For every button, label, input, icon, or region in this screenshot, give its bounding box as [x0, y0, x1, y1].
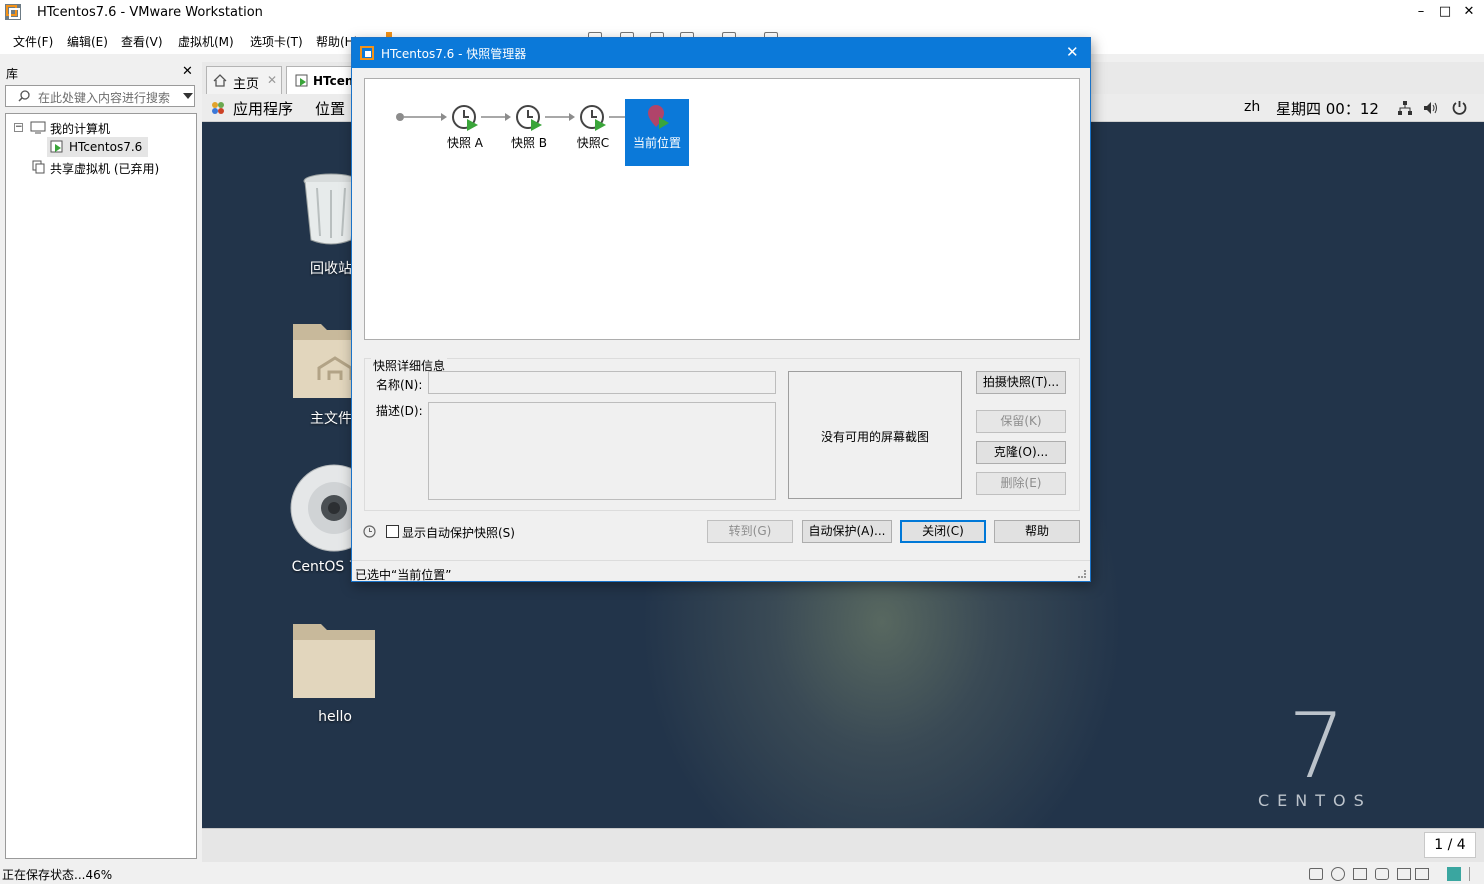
vm-tab-icon: [295, 74, 308, 87]
guest-places-menu[interactable]: 位置: [315, 98, 345, 119]
menu-tabs[interactable]: 选项卡(T): [250, 33, 303, 50]
tab-home-close-icon[interactable]: ✕: [267, 73, 277, 87]
goto-button[interactable]: 转到(G): [707, 520, 793, 543]
library-title: 库: [6, 67, 19, 81]
vm-bottom-bar: 1 / 4: [202, 828, 1484, 862]
close-window-button[interactable]: ✕: [1459, 4, 1479, 19]
library-tree: − 我的计算机 HTcentos7.6 共享虚拟机 (已弃用): [5, 113, 197, 859]
device-printer-icon[interactable]: [1397, 868, 1411, 880]
window-titlebar: HTcentos7.6 - VMware Workstation – □ ✕: [0, 0, 1484, 26]
device-network-icon[interactable]: [1353, 868, 1367, 880]
message-icon[interactable]: [1447, 867, 1461, 881]
autoprotect-button[interactable]: 自动保护(A)...: [802, 520, 892, 543]
snapshot-c-label[interactable]: 快照C: [563, 134, 623, 151]
vm-icon: [50, 140, 63, 153]
snapshot-manager-dialog: HTcentos7.6 - 快照管理器 ✕ 快照 A 快照 B 快照C 当前位置…: [351, 37, 1091, 582]
minimize-button[interactable]: –: [1411, 4, 1431, 19]
menu-edit[interactable]: 编辑(E): [67, 33, 108, 50]
screenshot-preview: 没有可用的屏幕截图: [788, 371, 962, 499]
help-button[interactable]: 帮助: [994, 520, 1080, 543]
clone-button[interactable]: 克隆(O)...: [976, 441, 1066, 464]
current-position-icon: [648, 105, 669, 129]
guest-language[interactable]: zh: [1244, 99, 1260, 115]
desktop-hello-label: hello: [318, 709, 352, 725]
tree-my-computer[interactable]: 我的计算机: [50, 120, 110, 137]
snapshot-c-icon[interactable]: [579, 103, 609, 133]
guest-apps-menu[interactable]: 应用程序: [233, 98, 293, 119]
take-snapshot-button[interactable]: 拍摄快照(T)...: [976, 371, 1066, 394]
vmware-icon: [5, 4, 21, 20]
maximize-button[interactable]: □: [1435, 4, 1455, 19]
dialog-titlebar: HTcentos7.6 - 快照管理器 ✕: [352, 38, 1090, 68]
statusbar: 正在保存状态...46%: [0, 862, 1484, 884]
autoprotect-clock-icon: [363, 525, 376, 538]
show-autoprotect-label[interactable]: 显示自动保护快照(S): [402, 524, 515, 541]
volume-icon[interactable]: [1423, 101, 1439, 115]
search-placeholder: 在此处键入内容进行搜索: [38, 91, 171, 105]
description-field[interactable]: [428, 402, 776, 500]
description-label: 描述(D):: [376, 404, 423, 418]
dialog-title: HTcentos7.6 - 快照管理器: [381, 47, 527, 61]
name-field[interactable]: [428, 371, 776, 394]
power-menu-icon[interactable]: [1452, 100, 1467, 115]
resize-grip-icon[interactable]: [1078, 570, 1086, 578]
current-position-node[interactable]: 当前位置: [625, 99, 689, 166]
device-display-icon[interactable]: [1415, 868, 1429, 880]
dialog-close-icon[interactable]: ✕: [1066, 43, 1079, 61]
snapshot-details-group: 快照详细信息 名称(N): 描述(D): 没有可用的屏幕截图 拍摄快照(T)..…: [364, 357, 1080, 511]
delete-button[interactable]: 删除(E): [976, 472, 1066, 495]
library-panel: 库 ✕ 在此处键入内容进行搜索 − 我的计算机 HTcentos7.6 共享虚拟…: [0, 62, 200, 862]
centos-brand-text: CENTOS: [1258, 791, 1372, 810]
tree-shared-vms[interactable]: 共享虚拟机 (已弃用): [50, 160, 159, 177]
show-autoprotect-checkbox[interactable]: [386, 525, 399, 538]
snapshot-b-icon[interactable]: [515, 103, 545, 133]
name-label: 名称(N):: [376, 378, 423, 392]
window-title: HTcentos7.6 - VMware Workstation: [37, 5, 263, 20]
status-expand-icon[interactable]: [1469, 867, 1479, 881]
status-text: 正在保存状态...46%: [2, 868, 113, 882]
dialog-status-divider: [352, 560, 1090, 561]
snapshot-b-label[interactable]: 快照 B: [499, 134, 559, 151]
library-close-icon[interactable]: ✕: [182, 64, 193, 79]
menu-file[interactable]: 文件(F): [13, 33, 53, 50]
search-dropdown-icon[interactable]: [183, 93, 193, 99]
dialog-vmware-icon: [360, 46, 374, 60]
shared-vm-icon: [32, 160, 45, 174]
dialog-status-text: 已选中“当前位置”: [355, 568, 452, 582]
home-icon: [213, 74, 227, 87]
device-hdd-icon[interactable]: [1309, 868, 1323, 880]
tree-collapse-icon[interactable]: −: [14, 123, 23, 132]
computer-icon: [30, 121, 46, 134]
centos-brand-number: 7: [1288, 694, 1346, 799]
snapshot-timeline[interactable]: 快照 A 快照 B 快照C 当前位置: [364, 78, 1080, 340]
menu-view[interactable]: 查看(V): [121, 33, 163, 50]
keep-button[interactable]: 保留(K): [976, 410, 1066, 433]
search-icon: [18, 90, 30, 102]
tab-home[interactable]: 主页 ✕: [206, 66, 282, 94]
workspace-pager[interactable]: 1 / 4: [1424, 832, 1476, 858]
snapshot-a-icon[interactable]: [451, 103, 481, 133]
library-search-input[interactable]: 在此处键入内容进行搜索: [5, 85, 195, 107]
gnome-apps-icon: [212, 102, 224, 114]
device-usb-icon[interactable]: [1375, 868, 1389, 880]
guest-clock[interactable]: 星期四 00：12: [1276, 98, 1379, 119]
snapshot-a-label[interactable]: 快照 A: [435, 134, 495, 151]
tab-home-label: 主页: [233, 77, 260, 92]
network-icon[interactable]: [1398, 101, 1412, 115]
no-screenshot-text: 没有可用的屏幕截图: [820, 430, 929, 444]
menu-vm[interactable]: 虚拟机(M): [178, 33, 234, 50]
folder-icon[interactable]: [291, 618, 377, 700]
close-button[interactable]: 关闭(C): [900, 520, 986, 543]
tree-vm-htcentos[interactable]: HTcentos7.6: [69, 140, 142, 154]
current-position-label: 当前位置: [632, 136, 681, 150]
device-cd-icon[interactable]: [1331, 867, 1345, 881]
